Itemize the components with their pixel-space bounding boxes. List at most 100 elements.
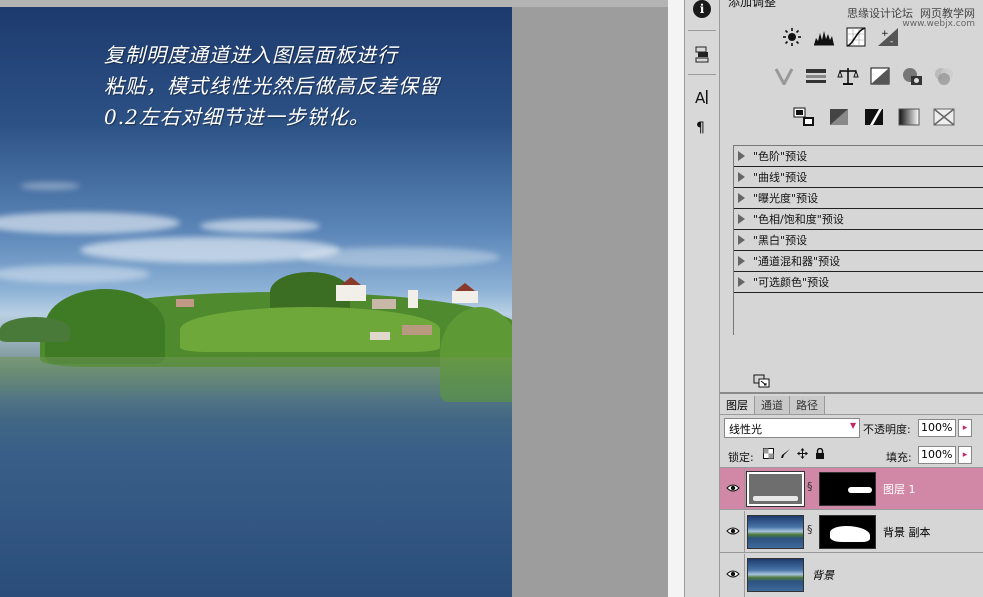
link-chain-icon[interactable]: § bbox=[807, 480, 813, 493]
tab-paths[interactable]: 路径 bbox=[790, 396, 825, 414]
exposure-button[interactable]: + - bbox=[876, 26, 900, 48]
house-roof bbox=[455, 283, 475, 291]
history-button[interactable] bbox=[688, 42, 716, 68]
lock-pixels-button[interactable] bbox=[779, 447, 792, 460]
layer-mask-thumbnail[interactable] bbox=[819, 515, 876, 549]
blend-mode-select[interactable]: 线性光 ▼ bbox=[724, 418, 860, 438]
annotation-text: 复制明度通道进入图层面板进行 粘贴，模式线性光然后做高反差保留 0.2左右对细节… bbox=[104, 40, 512, 133]
preset-selective-color[interactable]: "可选颜色"预设 bbox=[734, 272, 983, 293]
gradient-map-icon bbox=[898, 108, 920, 126]
layer-thumbnail[interactable] bbox=[747, 558, 804, 592]
tabs-divider bbox=[720, 414, 983, 415]
layer-mask-thumbnail[interactable] bbox=[819, 472, 876, 506]
water-reflection bbox=[0, 357, 512, 597]
gradient-map-button[interactable] bbox=[897, 106, 921, 128]
svg-text:+: + bbox=[881, 29, 889, 39]
levels-button[interactable] bbox=[812, 26, 836, 48]
paragraph-button[interactable]: ¶ bbox=[688, 113, 716, 139]
column-separator bbox=[744, 554, 745, 597]
threshold-button[interactable] bbox=[862, 106, 886, 128]
mask-shape bbox=[830, 526, 870, 542]
link-chain-icon[interactable]: § bbox=[807, 523, 813, 536]
panel-dock-strip: i A ¶ bbox=[684, 0, 720, 597]
layer-thumbnail[interactable] bbox=[747, 515, 804, 549]
posterize-button[interactable] bbox=[827, 106, 851, 128]
lock-all-button[interactable] bbox=[813, 447, 826, 460]
selective-color-button[interactable] bbox=[932, 106, 956, 128]
lake-photo[interactable]: 复制明度通道进入图层面板进行 粘贴，模式线性光然后做高反差保留 0.2左右对细节… bbox=[0, 7, 512, 597]
opacity-label: 不透明度: bbox=[863, 423, 911, 436]
preset-label: "可选颜色"预设 bbox=[753, 276, 830, 289]
vibrance-button[interactable] bbox=[772, 65, 796, 87]
selective-color-icon bbox=[933, 108, 955, 126]
house bbox=[372, 299, 396, 309]
house bbox=[336, 285, 366, 301]
preset-black-white[interactable]: "黑白"预设 bbox=[734, 230, 983, 251]
curves-button[interactable] bbox=[844, 26, 868, 48]
color-balance-button[interactable] bbox=[836, 65, 860, 87]
eye-icon[interactable] bbox=[726, 525, 740, 537]
cloud bbox=[80, 237, 340, 263]
layer-name[interactable]: 背景 bbox=[812, 567, 834, 583]
layer-row-layer-1[interactable]: § 图层 1 bbox=[720, 468, 983, 510]
house bbox=[176, 299, 194, 307]
lock-transparent-button[interactable] bbox=[762, 447, 775, 460]
info-button[interactable]: i bbox=[688, 0, 716, 22]
tab-channels[interactable]: 通道 bbox=[755, 396, 790, 414]
invert-button[interactable] bbox=[792, 106, 816, 128]
hue-saturation-button[interactable] bbox=[804, 65, 828, 87]
fill-field[interactable]: 100% bbox=[918, 446, 956, 464]
preset-exposure[interactable]: "曝光度"预设 bbox=[734, 188, 983, 209]
layer-thumbnail[interactable] bbox=[746, 471, 805, 507]
brightness-contrast-button[interactable] bbox=[780, 26, 804, 48]
house bbox=[370, 332, 390, 340]
document-canvas-area[interactable]: 复制明度通道进入图层面板进行 粘贴，模式线性光然后做高反差保留 0.2左右对细节… bbox=[0, 0, 668, 597]
expand-triangle-icon bbox=[738, 214, 745, 224]
preset-levels[interactable]: "色阶"预设 bbox=[734, 146, 983, 167]
cloud bbox=[300, 247, 500, 267]
info-icon: i bbox=[693, 0, 711, 18]
preset-label: "色阶"预设 bbox=[753, 150, 808, 163]
layer-row-background-copy[interactable]: § 背景 副本 bbox=[720, 511, 983, 553]
opacity-slider-button[interactable]: ▸ bbox=[958, 419, 972, 437]
preset-hue-saturation[interactable]: "色相/饱和度"预设 bbox=[734, 209, 983, 230]
channel-mixer-button[interactable] bbox=[932, 65, 956, 87]
tab-layers[interactable]: 图层 bbox=[720, 396, 755, 414]
opacity-field[interactable]: 100% bbox=[918, 419, 956, 437]
svg-text:¶: ¶ bbox=[696, 120, 705, 134]
dock-separator bbox=[688, 30, 716, 31]
lock-transparency-icon bbox=[763, 448, 774, 459]
preset-label: "通道混和器"预设 bbox=[753, 255, 841, 268]
photo-filter-button[interactable] bbox=[900, 65, 924, 87]
expand-triangle-icon bbox=[738, 193, 745, 203]
svg-text:A: A bbox=[695, 89, 706, 106]
character-icon: A bbox=[695, 89, 708, 106]
character-button[interactable]: A bbox=[688, 84, 716, 110]
fill-label: 填充: bbox=[886, 451, 912, 464]
column-separator bbox=[744, 511, 745, 553]
lock-position-button[interactable] bbox=[796, 447, 809, 460]
meadow bbox=[180, 307, 440, 352]
annotation-line: 粘贴，模式线性光然后做高反差保留 bbox=[104, 74, 440, 98]
annotation-line: 0.2左右对细节进一步锐化。 bbox=[104, 105, 370, 129]
layer-row-background[interactable]: 背景 bbox=[720, 554, 983, 597]
preset-label: "曲线"预设 bbox=[753, 171, 808, 184]
levels-icon bbox=[814, 31, 834, 46]
fill-slider-button[interactable]: ▸ bbox=[958, 446, 972, 464]
house-roof bbox=[341, 277, 361, 285]
clip-to-layer-button[interactable] bbox=[753, 374, 771, 391]
lock-icon bbox=[815, 448, 824, 459]
preset-channel-mixer[interactable]: "通道混和器"预设 bbox=[734, 251, 983, 272]
panel-title: 添加调整 bbox=[728, 0, 777, 9]
channel-mixer-icon bbox=[935, 68, 953, 85]
hue-saturation-icon bbox=[806, 69, 826, 83]
eye-icon[interactable] bbox=[726, 482, 740, 494]
blend-mode-value: 线性光 bbox=[729, 423, 762, 436]
cloud bbox=[200, 219, 320, 233]
eye-icon[interactable] bbox=[726, 568, 740, 580]
layer-name[interactable]: 图层 1 bbox=[883, 481, 916, 497]
mask-shape bbox=[848, 487, 872, 493]
black-white-button[interactable] bbox=[868, 65, 892, 87]
preset-curves[interactable]: "曲线"预设 bbox=[734, 167, 983, 188]
layer-name[interactable]: 背景 副本 bbox=[883, 524, 931, 540]
